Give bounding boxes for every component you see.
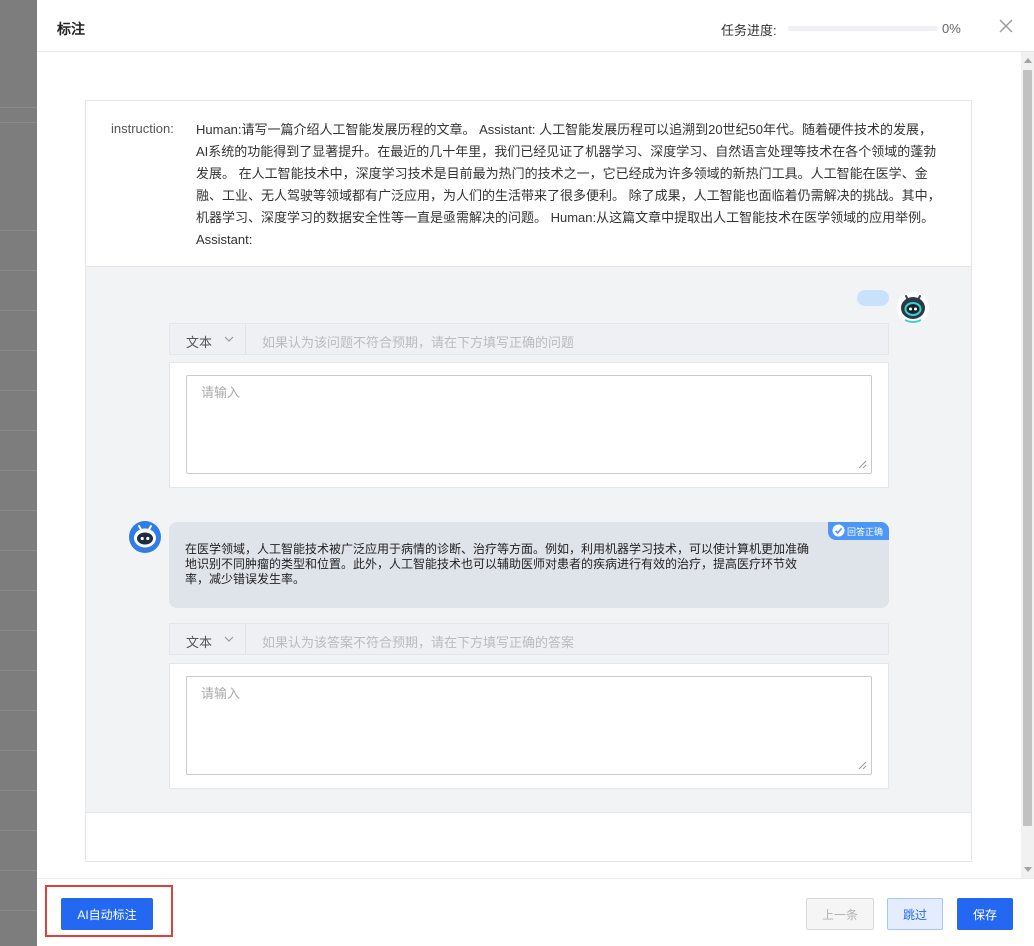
background-row-divider	[0, 670, 40, 671]
background-row-divider	[0, 310, 40, 311]
question-hint: 如果认为该问题不符合预期，请在下方填写正确的问题	[262, 335, 575, 350]
chevron-down-icon	[224, 636, 234, 642]
instruction-text: Human:请写一篇介绍人工智能发展历程的文章。 Assistant: 人工智能…	[196, 122, 941, 247]
background-row-divider	[0, 470, 40, 471]
background-row-divider	[0, 830, 40, 831]
background-row-divider	[0, 510, 40, 511]
progress-bar	[788, 26, 938, 31]
background-row-divider	[0, 430, 40, 431]
answer-hint: 如果认为该答案不符合预期，请在下方填写正确的答案	[262, 635, 575, 650]
drawer-footer: AI自动标注 上一条 跳过 保存	[37, 878, 1034, 946]
background-row-divider	[0, 550, 40, 551]
save-button[interactable]: 保存	[957, 898, 1013, 930]
background-row-divider	[0, 122, 40, 123]
background-page	[0, 0, 40, 946]
assistant-answer-bubble: 在医学领域，人工智能技术被广泛应用于病情的诊断、治疗等方面。例如，利用机器学习技…	[169, 522, 889, 608]
ai-auto-annotate-button[interactable]: AI自动标注	[61, 898, 153, 930]
answer-text: 在医学领域，人工智能技术被广泛应用于病情的诊断、治疗等方面。例如，利用机器学习技…	[185, 542, 810, 586]
answer-type-bar: 文本 如果认为该答案不符合预期，请在下方填写正确的答案	[169, 623, 889, 655]
correct-answer-badge: 回答正确	[828, 522, 889, 540]
background-row-divider	[0, 870, 40, 871]
annotation-drawer: 标注 任务进度: 0% instruction: Human:请写一篇介绍人工智…	[37, 0, 1034, 946]
conversation-area: 文本 如果认为该问题不符合预期，请在下方填写正确的问题 在医学领域，人工智能技术…	[86, 266, 971, 813]
user-message-bubble	[857, 290, 889, 306]
background-row-divider	[0, 630, 40, 631]
background-row-divider	[0, 390, 40, 391]
question-type-select[interactable]: 文本	[170, 324, 246, 354]
drawer-header: 标注 任务进度: 0%	[37, 0, 1034, 52]
answer-type-label: 文本	[186, 635, 213, 650]
background-row-divider	[0, 590, 40, 591]
annotation-panel: instruction: Human:请写一篇介绍人工智能发展历程的文章。 As…	[85, 100, 972, 862]
answer-correction-input[interactable]	[186, 676, 872, 775]
correct-answer-badge-label: 回答正确	[847, 527, 884, 537]
progress-value: 0%	[942, 21, 961, 36]
background-row-divider	[0, 230, 40, 231]
scroll-up-arrow-icon[interactable]	[1024, 58, 1032, 63]
drawer-title: 标注	[57, 21, 85, 37]
instruction-label: instruction:	[111, 121, 174, 136]
background-row-divider	[0, 790, 40, 791]
scroll-down-arrow-icon[interactable]	[1024, 867, 1032, 872]
previous-button[interactable]: 上一条	[806, 898, 874, 930]
answer-type-select[interactable]: 文本	[170, 624, 246, 654]
background-row-divider	[0, 270, 40, 271]
background-row-divider	[0, 710, 40, 711]
question-type-bar: 文本 如果认为该问题不符合预期，请在下方填写正确的问题	[169, 323, 889, 355]
progress-label: 任务进度:	[721, 23, 777, 38]
robot-avatar-icon	[897, 292, 929, 324]
question-input-box	[169, 362, 889, 488]
check-circle-icon	[832, 524, 845, 537]
assistant-avatar-icon	[129, 521, 161, 553]
question-type-label: 文本	[186, 335, 213, 350]
chevron-down-icon	[224, 336, 234, 342]
scrollbar-thumb[interactable]	[1023, 70, 1032, 826]
question-correction-input[interactable]	[186, 375, 872, 474]
background-row-divider	[0, 350, 40, 351]
background-row-divider	[0, 107, 40, 108]
background-row-divider	[0, 750, 40, 751]
close-icon[interactable]	[997, 17, 1015, 35]
scrollbar[interactable]	[1021, 52, 1034, 878]
background-row-divider	[0, 910, 40, 911]
skip-button[interactable]: 跳过	[887, 898, 943, 930]
answer-input-box	[169, 663, 889, 789]
